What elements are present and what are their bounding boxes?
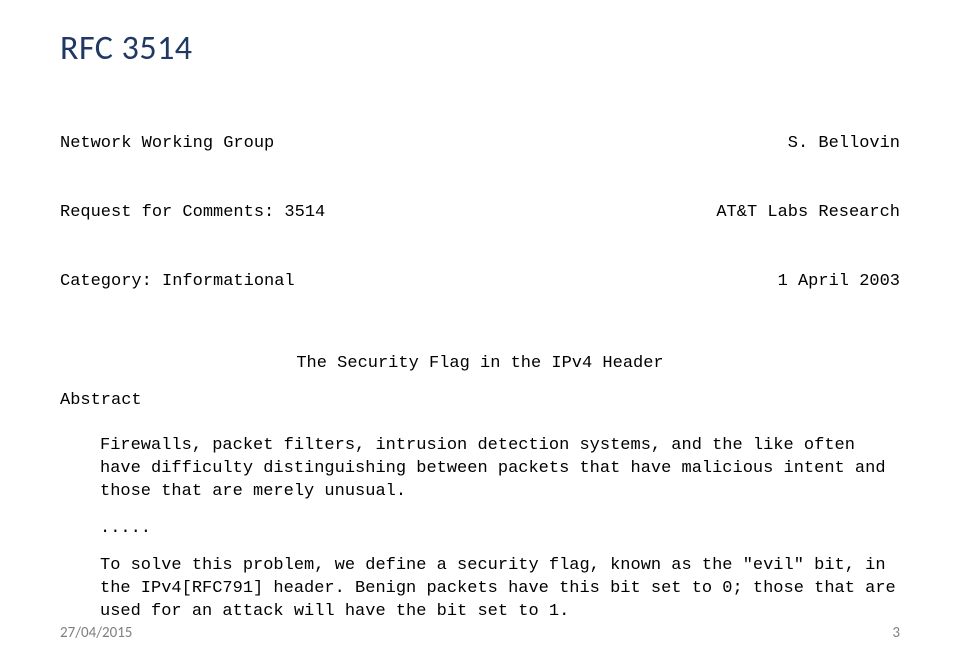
header-right-0: S. Bellovin	[788, 133, 900, 156]
header-left-1: Request for Comments: 3514	[60, 202, 325, 225]
rfc-header-block: Network Working Group S. Bellovin Reques…	[60, 87, 900, 339]
header-right-1: AT&T Labs Research	[716, 202, 900, 225]
abstract-paragraph-1: Firewalls, packet filters, intrusion det…	[60, 435, 900, 504]
header-row-2: Category: Informational 1 April 2003	[60, 271, 900, 294]
slide-footer: 27/04/2015 3	[0, 624, 960, 642]
footer-page-number: 3	[892, 624, 900, 642]
rfc-subtitle: The Security Flag in the IPv4 Header	[60, 353, 900, 376]
slide-page: RFC 3514 Network Working Group S. Bellov…	[0, 0, 960, 656]
header-left-2: Category: Informational	[60, 271, 295, 294]
header-right-2: 1 April 2003	[778, 271, 900, 294]
abstract-label: Abstract	[60, 390, 900, 413]
footer-date: 27/04/2015	[60, 624, 132, 642]
header-row-0: Network Working Group S. Bellovin	[60, 133, 900, 156]
header-row-1: Request for Comments: 3514 AT&T Labs Res…	[60, 202, 900, 225]
abstract-paragraph-2: To solve this problem, we define a secur…	[60, 555, 900, 624]
header-left-0: Network Working Group	[60, 133, 274, 156]
ellipsis: .....	[60, 518, 900, 541]
page-title: RFC 3514	[60, 28, 900, 69]
